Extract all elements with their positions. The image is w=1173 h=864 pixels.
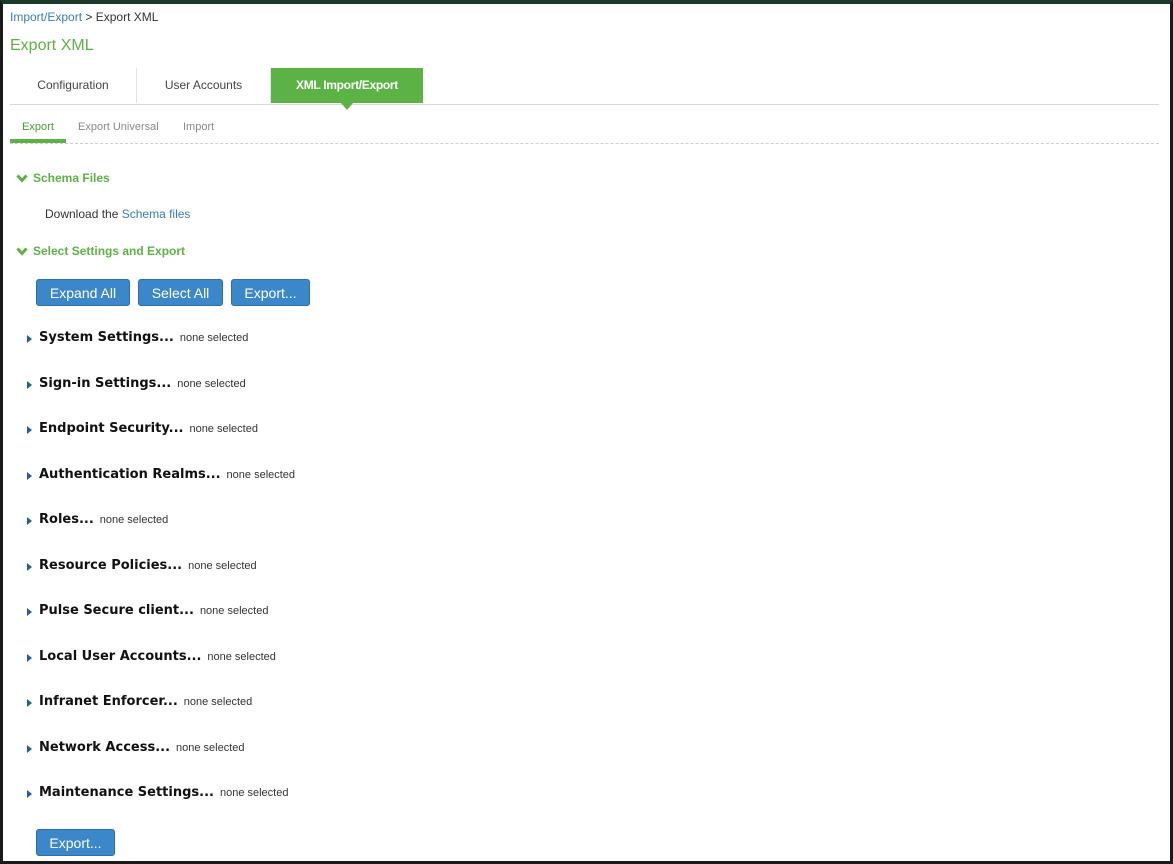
active-subtab-indicator — [10, 139, 66, 143]
caret-right-icon[interactable] — [27, 790, 32, 798]
subtab-import[interactable]: Import — [183, 121, 214, 133]
tree-item-label: System Settings... — [39, 330, 174, 345]
section-header-select-settings[interactable]: Select Settings and Export — [16, 244, 185, 258]
breadcrumb-current: Export XML — [95, 10, 159, 24]
section-header-schema-files[interactable]: Schema Files — [16, 171, 110, 185]
caret-right-icon[interactable] — [27, 335, 32, 343]
selection-status: none selected — [99, 514, 169, 526]
download-schema-line: Download the Schema files — [45, 207, 190, 221]
caret-right-icon[interactable] — [27, 517, 32, 525]
tab-xml-import-export[interactable]: XML Import/Export — [271, 68, 423, 110]
caret-right-icon[interactable] — [27, 380, 32, 389]
download-text: Download the — [45, 207, 119, 221]
tree-item-label: Network Access... — [39, 739, 171, 755]
selection-status: none selected — [219, 787, 289, 799]
expand-all-button[interactable]: Expand All — [36, 279, 130, 306]
chevron-down-icon — [16, 247, 28, 257]
subtab-export[interactable]: Export — [10, 121, 66, 133]
caret-right-icon[interactable] — [27, 471, 32, 480]
breadcrumb-separator: > — [85, 10, 93, 24]
page-title: Export XML — [10, 37, 94, 54]
sub-tabs: Export Export Universal Import — [10, 114, 1159, 144]
select-all-button[interactable]: Select All — [138, 279, 223, 306]
export-button-bottom[interactable]: Export... — [36, 829, 115, 856]
breadcrumb: Import/Export > Export XML — [10, 10, 158, 24]
tree-item-label: Resource Policies... — [39, 557, 183, 573]
subtab-export-universal[interactable]: Export Universal — [78, 121, 159, 133]
tab-configuration[interactable]: Configuration — [10, 68, 137, 103]
selection-status: none selected — [176, 741, 245, 754]
caret-right-icon[interactable] — [27, 608, 32, 616]
tree-item-label: Sign-in Settings... — [39, 375, 172, 391]
selection-status: none selected — [188, 559, 257, 572]
tree-item-label: Endpoint Security... — [39, 421, 184, 436]
selection-status: none selected — [177, 377, 246, 390]
tree-item-label: Pulse Secure client... — [39, 603, 194, 618]
selection-status: none selected — [207, 650, 276, 663]
tree-item-label: Maintenance Settings... — [39, 785, 214, 800]
tree-item-label: Roles... — [39, 512, 94, 527]
selection-status: none selected — [199, 605, 269, 617]
section-title-schema-files: Schema Files — [33, 171, 110, 185]
selection-status: none selected — [189, 423, 258, 435]
caret-right-icon[interactable] — [27, 744, 32, 753]
selection-status: none selected — [179, 332, 249, 344]
export-button-top[interactable]: Export... — [231, 279, 310, 306]
breadcrumb-link-import-export[interactable]: Import/Export — [10, 10, 82, 24]
schema-files-link[interactable]: Schema files — [122, 207, 191, 221]
section-title-select-settings: Select Settings and Export — [33, 244, 186, 258]
tree-item-label: Authentication Realms... — [39, 466, 221, 482]
caret-right-icon[interactable] — [27, 562, 32, 571]
tree-item-label: Local User Accounts... — [39, 648, 202, 664]
chevron-down-icon — [16, 174, 28, 184]
main-tabs: Configuration User Accounts XML Import/E… — [10, 68, 1159, 110]
tree-item-label: Infranet Enforcer... — [39, 694, 178, 709]
selection-status: none selected — [226, 468, 296, 481]
tab-user-accounts[interactable]: User Accounts — [137, 68, 271, 103]
caret-right-icon[interactable] — [27, 426, 32, 434]
selection-status: none selected — [183, 696, 253, 708]
caret-right-icon[interactable] — [27, 699, 32, 707]
caret-right-icon[interactable] — [27, 653, 32, 662]
